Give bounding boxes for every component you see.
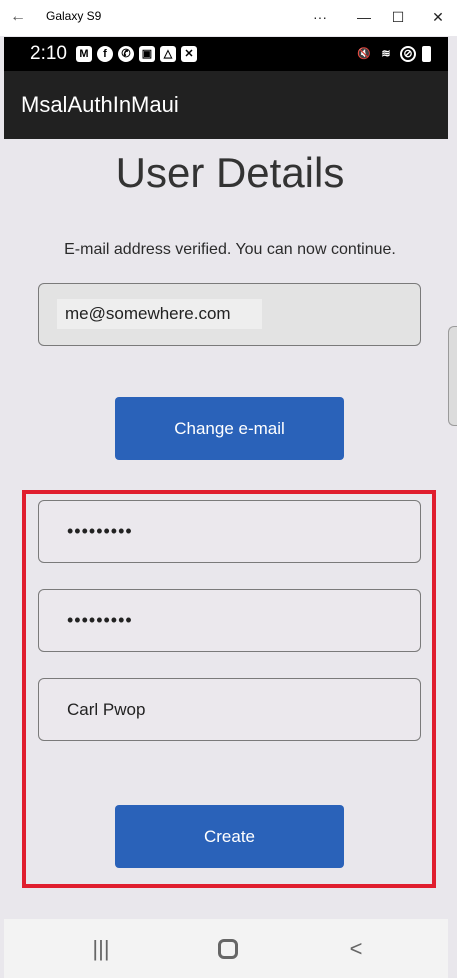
emulator-titlebar: ← Galaxy S9 ··· — ☐ ✕ bbox=[0, 0, 457, 36]
app-bar: MsalAuthInMaui bbox=[4, 71, 448, 139]
facebook-icon: f bbox=[97, 46, 113, 62]
device-screen: 2:10 M f ✆ ▣ △ ✕ 🔇 ≋ ⊘ MsalAuthInMaui Us… bbox=[0, 36, 457, 978]
window-title: Galaxy S9 bbox=[46, 9, 102, 23]
change-email-button[interactable]: Change e-mail bbox=[115, 397, 344, 460]
email-value: me@somewhere.com bbox=[57, 299, 262, 329]
notification-icons: M f ✆ ▣ △ ✕ bbox=[76, 46, 197, 62]
confirm-password-value: ••••••••• bbox=[67, 610, 133, 630]
home-icon[interactable] bbox=[213, 935, 243, 963]
mute-icon: 🔇 bbox=[357, 48, 371, 60]
recent-apps-icon[interactable]: ||| bbox=[86, 935, 116, 963]
verified-message: E-mail address verified. You can now con… bbox=[64, 241, 396, 258]
display-name-value: Carl Pwop bbox=[67, 699, 146, 719]
app-icon: ▣ bbox=[139, 46, 155, 62]
main-content: User Details E-mail address verified. Yo… bbox=[4, 139, 448, 919]
system-icons: 🔇 ≋ ⊘ bbox=[356, 46, 431, 62]
more-options-icon[interactable]: ··· bbox=[308, 6, 332, 28]
app-title: MsalAuthInMaui bbox=[21, 92, 179, 117]
email-field[interactable]: me@somewhere.com bbox=[38, 283, 421, 346]
display-name-field[interactable]: Carl Pwop bbox=[38, 678, 421, 741]
gmail-icon: M bbox=[76, 46, 92, 62]
maximize-button[interactable]: ☐ bbox=[386, 6, 410, 28]
navigation-bar: ||| < bbox=[4, 919, 448, 978]
wifi-icon: ≋ bbox=[381, 48, 391, 60]
blocked-icon: ⊘ bbox=[400, 46, 416, 62]
page-title: User Details bbox=[115, 149, 345, 196]
password-field[interactable]: ••••••••• bbox=[38, 500, 421, 563]
password-value: ••••••••• bbox=[67, 521, 133, 541]
drive-icon: △ bbox=[160, 46, 176, 62]
close-button[interactable]: ✕ bbox=[426, 6, 450, 28]
x-icon: ✕ bbox=[181, 46, 197, 62]
nav-back-icon[interactable]: < bbox=[341, 935, 371, 963]
battery-icon bbox=[422, 46, 431, 62]
status-bar: 2:10 M f ✆ ▣ △ ✕ 🔇 ≋ ⊘ bbox=[4, 37, 448, 71]
create-button[interactable]: Create bbox=[115, 805, 344, 868]
whatsapp-icon: ✆ bbox=[118, 46, 134, 62]
status-time: 2:10 bbox=[30, 43, 67, 64]
minimize-button[interactable]: — bbox=[352, 6, 376, 28]
back-arrow-icon[interactable]: ← bbox=[10, 7, 28, 27]
scrollbar[interactable] bbox=[448, 326, 457, 426]
confirm-password-field[interactable]: ••••••••• bbox=[38, 589, 421, 652]
